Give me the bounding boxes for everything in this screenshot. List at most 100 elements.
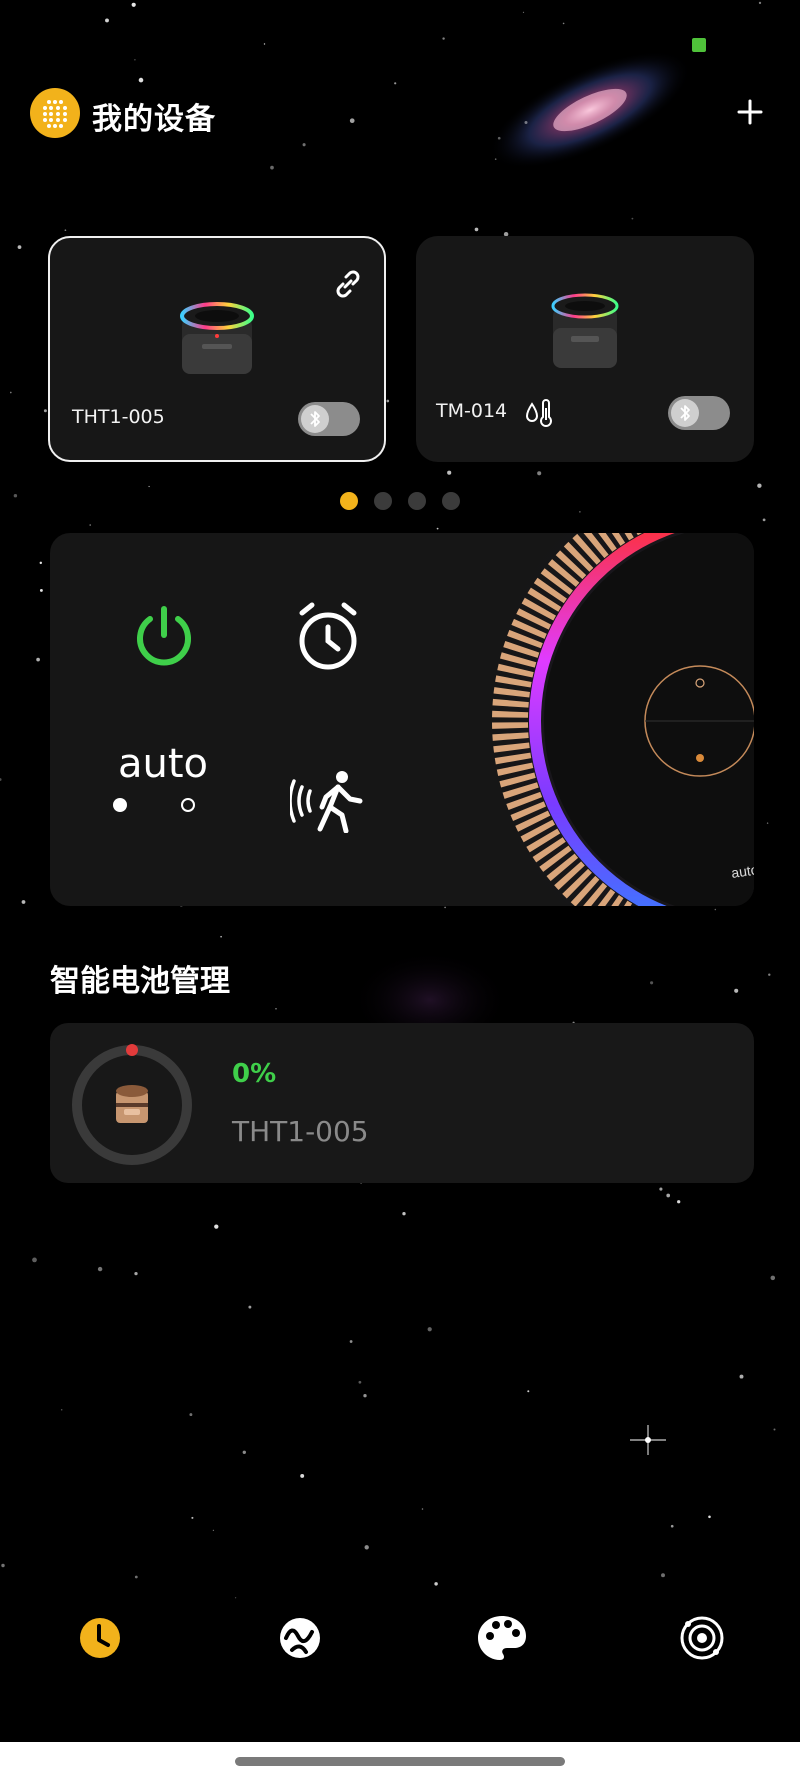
star <box>394 82 397 85</box>
battery-ring <box>72 1044 192 1165</box>
star <box>349 1340 353 1343</box>
device-image <box>180 302 254 374</box>
star <box>270 165 274 170</box>
star <box>32 1257 37 1263</box>
star <box>436 527 439 530</box>
nav-item-effects[interactable] <box>272 1610 328 1666</box>
star <box>474 227 479 232</box>
star <box>739 1374 744 1379</box>
star <box>770 1275 776 1281</box>
star <box>650 981 654 985</box>
page-title: 我的设备 <box>92 102 216 137</box>
preview-auto-label: auto <box>730 861 754 881</box>
star <box>427 1327 432 1332</box>
motion-sensor-button[interactable] <box>288 769 366 834</box>
star <box>220 935 222 938</box>
star <box>302 143 306 147</box>
star <box>402 1212 406 1216</box>
star <box>447 470 452 475</box>
page-indicator <box>340 492 460 510</box>
star <box>444 906 446 909</box>
bottom-navigation <box>0 1610 800 1690</box>
star <box>234 1597 237 1599</box>
auto-mode-button[interactable]: auto <box>106 741 226 821</box>
page-dot[interactable] <box>442 492 460 510</box>
battery-device-name: THT1-005 <box>232 1115 369 1148</box>
control-panel: auto auto <box>50 533 754 906</box>
home-bar <box>0 1742 800 1780</box>
home-indicator[interactable] <box>235 1757 565 1766</box>
palette-icon <box>478 1616 526 1660</box>
page-dot[interactable] <box>340 492 358 510</box>
device-thumbnail <box>116 1085 148 1123</box>
link-icon[interactable] <box>328 264 368 304</box>
header: 我的设备 <box>30 86 770 140</box>
device-card-tm-014[interactable]: TM-014 <box>416 236 754 462</box>
device-card-tht1-005[interactable]: THT1-005 <box>48 236 386 462</box>
device-name: TM-014 <box>436 400 508 422</box>
bluetooth-icon <box>680 405 690 421</box>
nav-item-orbit[interactable] <box>674 1610 730 1666</box>
auto-label: auto <box>118 741 209 787</box>
star <box>191 1516 194 1519</box>
star <box>138 77 144 83</box>
bluetooth-toggle[interactable] <box>668 396 730 430</box>
star <box>105 18 109 23</box>
star <box>43 409 47 413</box>
star <box>659 1187 663 1191</box>
star <box>17 245 22 249</box>
page-dot[interactable] <box>408 492 426 510</box>
star <box>134 1575 138 1579</box>
nav-item-palette[interactable] <box>474 1610 530 1666</box>
grid-dots-icon[interactable] <box>30 88 80 138</box>
star <box>275 1007 277 1010</box>
star <box>13 493 18 498</box>
device-name: THT1-005 <box>72 406 165 428</box>
star <box>60 1408 63 1411</box>
plus-icon <box>737 99 763 125</box>
star <box>442 37 445 40</box>
star <box>734 988 739 993</box>
add-device-button[interactable] <box>730 92 770 132</box>
star <box>762 518 766 522</box>
star <box>134 59 136 61</box>
star <box>494 158 497 160</box>
power-button[interactable] <box>128 601 200 673</box>
power-icon <box>137 606 191 666</box>
star <box>39 561 43 565</box>
star <box>148 485 150 488</box>
star <box>64 229 67 232</box>
bluetooth-toggle[interactable] <box>298 402 360 436</box>
thermometer-drop-icon <box>524 398 554 430</box>
star <box>677 1200 681 1204</box>
star <box>214 1224 219 1229</box>
star <box>134 1271 138 1276</box>
nav-item-clock[interactable] <box>72 1610 128 1666</box>
motion-sensor-icon <box>288 771 363 834</box>
star <box>1 1563 5 1568</box>
battery-card[interactable]: 0% THT1-005 <box>50 1023 754 1183</box>
timer-button[interactable] <box>290 599 366 675</box>
toggle-knob <box>671 399 699 427</box>
device-image <box>551 293 619 368</box>
star <box>768 973 771 976</box>
auto-mode-dots <box>113 798 195 812</box>
page-dot[interactable] <box>374 492 392 510</box>
star <box>248 1305 252 1309</box>
orbit-icon <box>680 1616 724 1660</box>
star <box>522 11 525 14</box>
star <box>36 657 40 662</box>
star <box>579 511 581 513</box>
battery-level-dot <box>126 1044 138 1056</box>
star <box>89 524 91 526</box>
star <box>386 399 390 403</box>
star <box>434 1582 438 1586</box>
star <box>39 588 43 592</box>
star <box>714 908 717 911</box>
star <box>773 1428 776 1431</box>
star <box>670 1524 674 1528</box>
star <box>0 778 2 781</box>
toggle-knob <box>301 405 329 433</box>
star <box>358 1380 362 1384</box>
star <box>300 1473 305 1478</box>
